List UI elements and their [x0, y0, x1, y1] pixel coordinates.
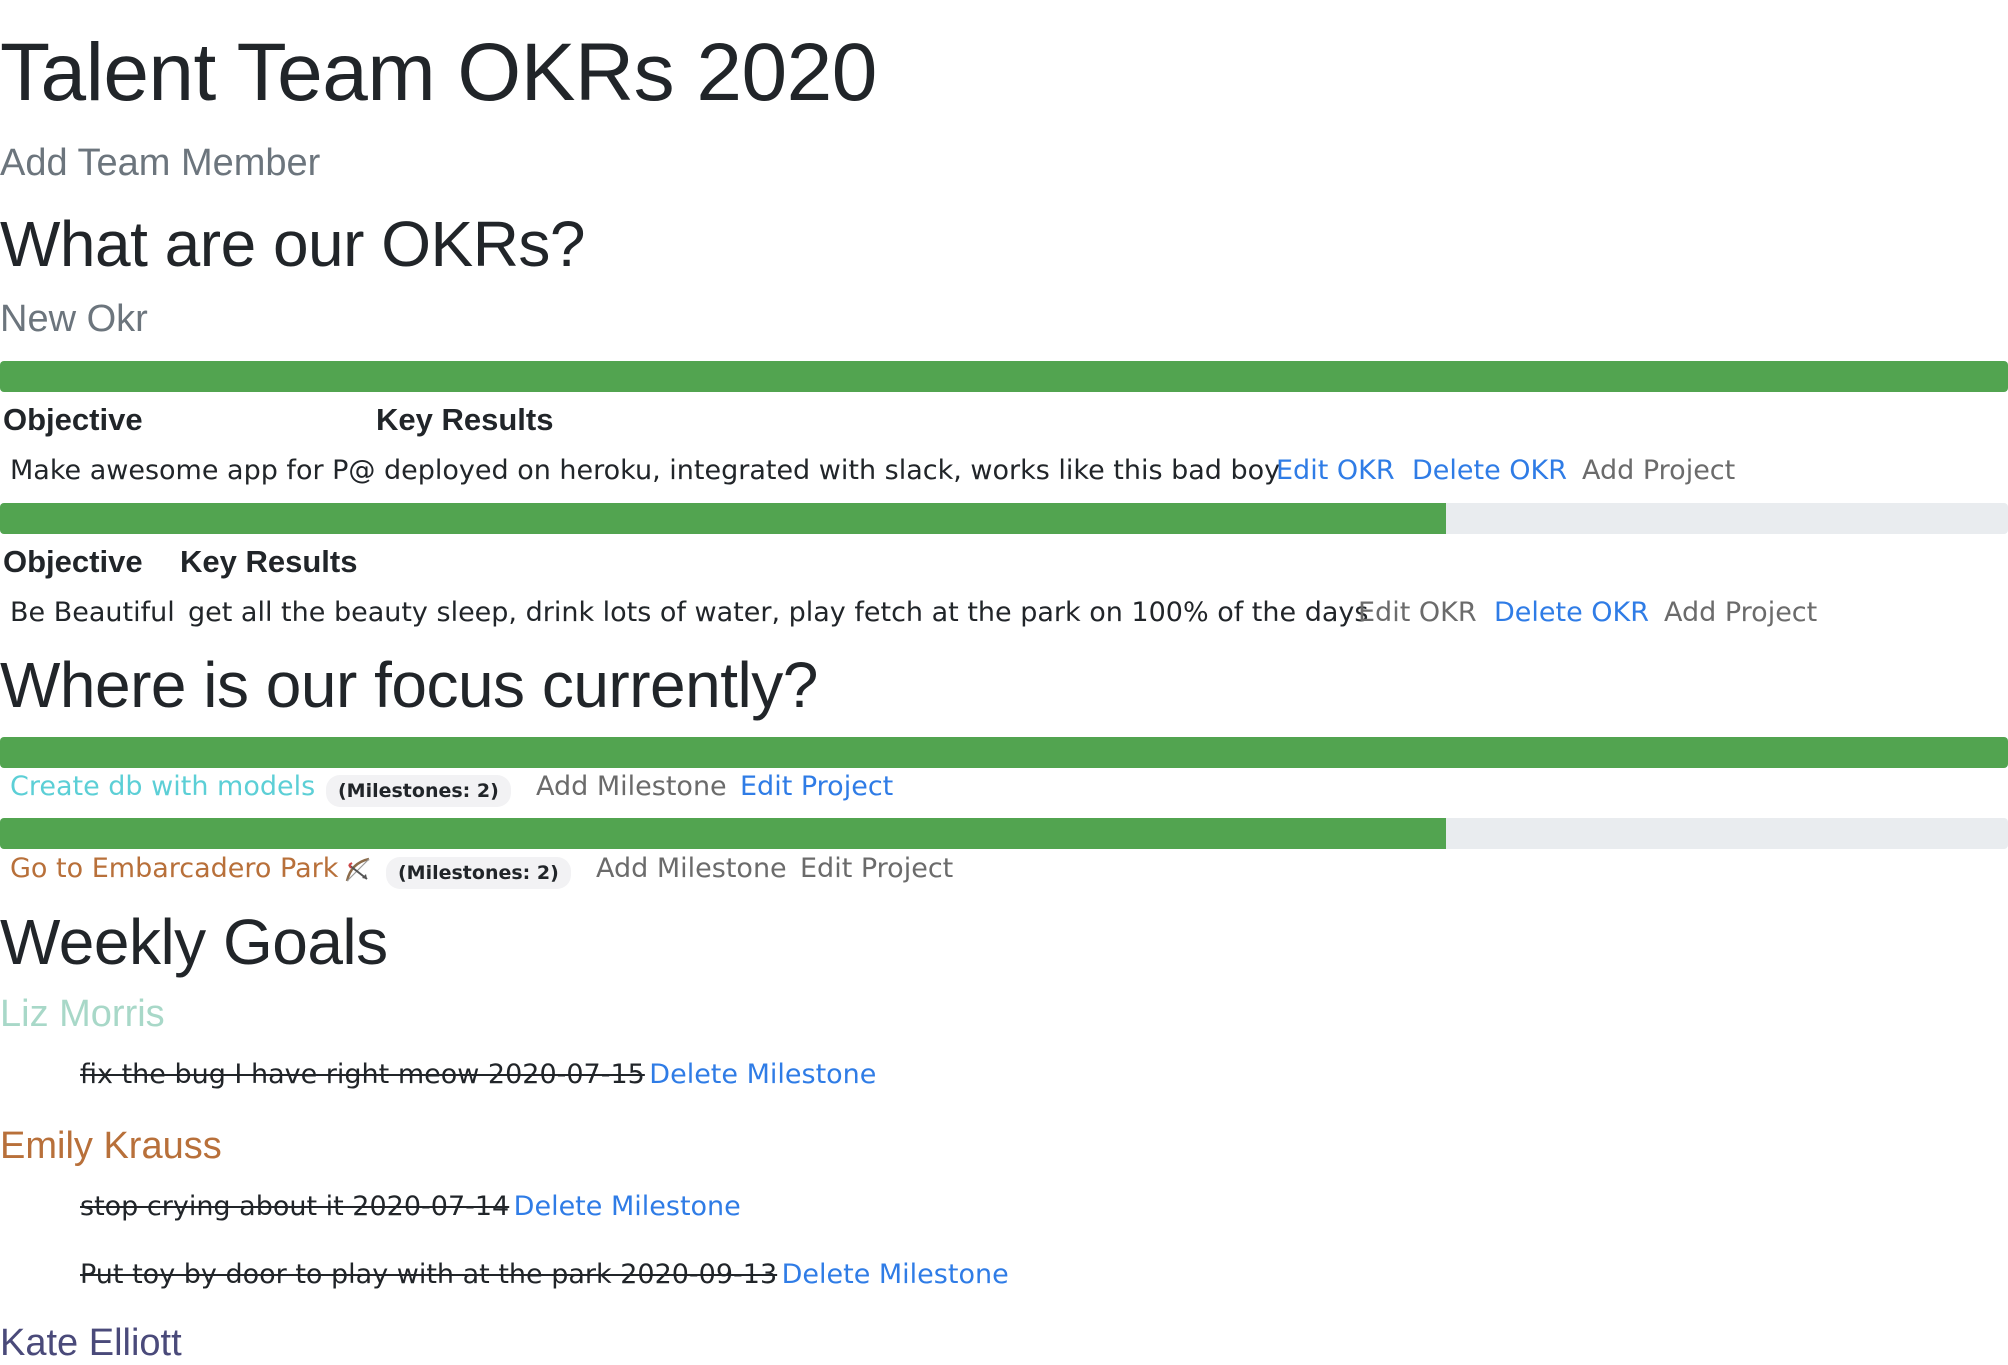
milestones-count-badge: (Milestones: 2)	[326, 775, 511, 807]
project-progress-bar	[0, 737, 2008, 768]
team-member-name: Kate Elliott	[0, 1322, 182, 1364]
milestones-count-badge: (Milestones: 2)	[386, 857, 571, 889]
weekly-goals-heading: Weekly Goals	[0, 906, 388, 978]
bow-and-arrow-icon	[343, 855, 373, 890]
project-title-group[interactable]: Go to Embarcadero Park	[10, 853, 373, 890]
add-project-link[interactable]: Add Project	[1664, 597, 1817, 628]
add-project-link[interactable]: Add Project	[1582, 455, 1735, 486]
edit-project-link[interactable]: Edit Project	[800, 853, 953, 884]
milestone-text: stop crying about it 2020-07-14	[80, 1191, 510, 1222]
key-results-header: Key Results	[376, 402, 554, 437]
milestone-text: Put toy by door to play with at the park…	[80, 1259, 778, 1290]
milestone-text: fix the bug I have right meow 2020-07-15	[80, 1059, 645, 1090]
milestone-item: Put toy by door to play with at the park…	[80, 1259, 1009, 1290]
delete-milestone-link[interactable]: Delete Milestone	[514, 1191, 741, 1222]
okr-progress-bar	[0, 503, 2008, 534]
add-milestone-link[interactable]: Add Milestone	[536, 771, 727, 802]
new-okr-link[interactable]: New Okr	[0, 298, 148, 341]
team-member-name: Liz Morris	[0, 993, 165, 1035]
okr-progress-fill	[0, 503, 1446, 534]
edit-okr-link[interactable]: Edit OKR	[1358, 597, 1477, 628]
page-title: Talent Team OKRs 2020	[0, 27, 877, 118]
project-name-link[interactable]: Create db with models	[10, 771, 315, 802]
objective-header: Objective	[3, 544, 143, 579]
edit-okr-link[interactable]: Edit OKR	[1276, 455, 1395, 486]
okr-progress-bar	[0, 361, 2008, 392]
edit-project-link[interactable]: Edit Project	[740, 771, 893, 802]
objective-cell: Make awesome app for P@	[10, 455, 376, 486]
milestone-item: fix the bug I have right meow 2020-07-15…	[80, 1059, 876, 1090]
key-results-header: Key Results	[180, 544, 358, 579]
delete-milestone-link[interactable]: Delete Milestone	[782, 1259, 1009, 1290]
delete-milestone-link[interactable]: Delete Milestone	[649, 1059, 876, 1090]
key-results-cell: deployed on heroku, integrated with slac…	[384, 455, 1281, 486]
milestone-item: stop crying about it 2020-07-14 Delete M…	[80, 1191, 741, 1222]
delete-okr-link[interactable]: Delete OKR	[1494, 597, 1649, 628]
team-member-name: Emily Krauss	[0, 1125, 222, 1167]
okr-progress-fill	[0, 361, 2008, 392]
project-name-link[interactable]: Go to Embarcadero Park	[10, 853, 338, 884]
project-progress-fill	[0, 737, 2008, 768]
add-milestone-link[interactable]: Add Milestone	[596, 853, 787, 884]
objective-cell: Be Beautiful	[10, 597, 175, 628]
project-progress-bar	[0, 818, 2008, 849]
okr-section-heading: What are our OKRs?	[0, 208, 586, 280]
focus-section-heading: Where is our focus currently?	[0, 649, 818, 721]
objective-header: Objective	[3, 402, 143, 437]
project-progress-fill	[0, 818, 1446, 849]
delete-okr-link[interactable]: Delete OKR	[1412, 455, 1567, 486]
key-results-cell: get all the beauty sleep, drink lots of …	[188, 597, 1369, 628]
add-team-member-link[interactable]: Add Team Member	[0, 142, 320, 185]
